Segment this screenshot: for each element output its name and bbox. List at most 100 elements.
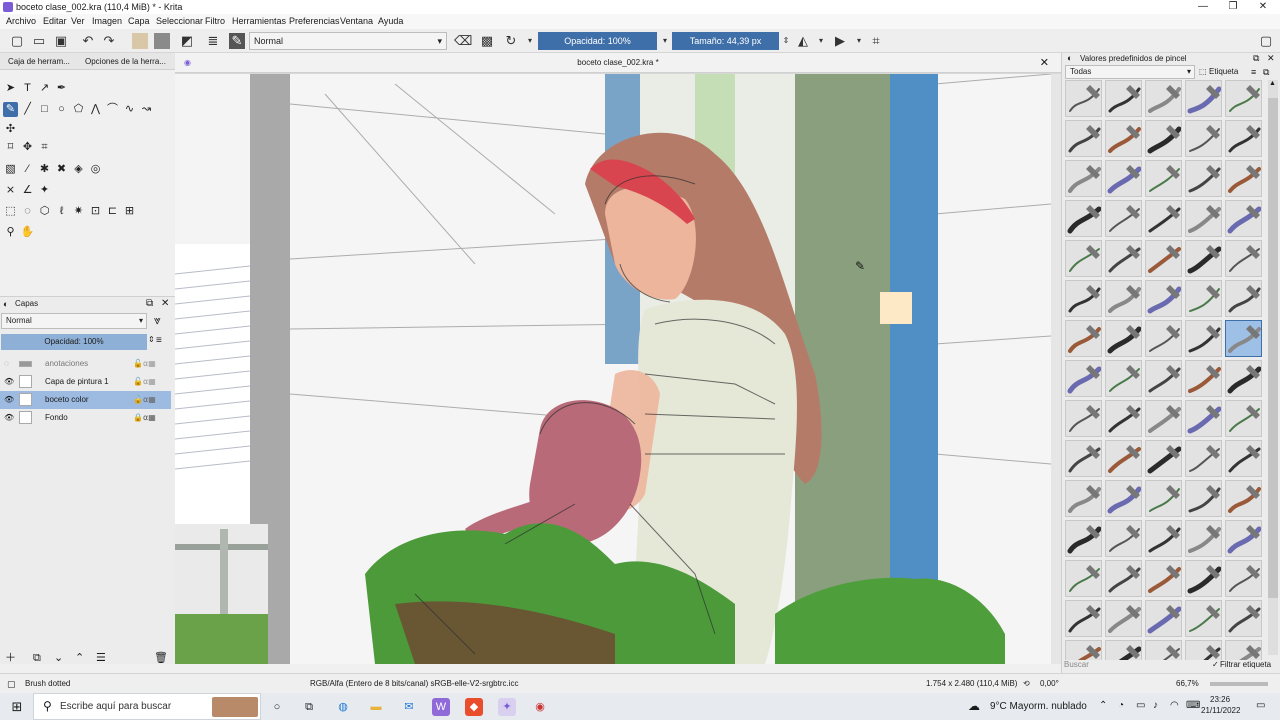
layer-properties-icon[interactable]: ☰ <box>96 651 106 665</box>
menu-archivo[interactable]: Archivo <box>6 14 36 29</box>
brush-filter-select[interactable]: Todas ▾ <box>1065 65 1195 79</box>
brush-preset-tile[interactable] <box>1105 440 1142 477</box>
brush-preset-tile[interactable] <box>1185 520 1222 557</box>
eye-hidden-icon[interactable]: ◌ <box>4 355 9 373</box>
brush-search-input[interactable]: Buscar <box>1064 658 1209 672</box>
dynamic-brush-icon[interactable]: ↝ <box>139 102 154 117</box>
brush-preset-tile[interactable] <box>1185 640 1222 660</box>
brush-preset-tile[interactable] <box>1185 240 1222 277</box>
krita-taskbar-icon[interactable]: ✦ <box>498 698 516 716</box>
zoom-status[interactable]: 66,7% <box>1176 674 1199 694</box>
spin-arrows-icon[interactable]: ⇕ <box>148 335 155 344</box>
brush-preset-tile[interactable] <box>1065 200 1102 237</box>
move-layer-up-icon[interactable]: ⌃ <box>75 651 84 665</box>
magic-wand-icon[interactable]: ✷ <box>71 204 86 219</box>
brush-preset-tile[interactable] <box>1225 640 1262 660</box>
lock-icon[interactable]: 🔒⍺▦ <box>133 409 156 427</box>
polygon-tool-icon[interactable]: ⬠ <box>71 102 86 117</box>
blend-mode-select[interactable]: Normal ▾ <box>249 32 447 50</box>
brush-preset-tile[interactable] <box>1105 120 1142 157</box>
chevron-down-icon[interactable]: ▾ <box>522 33 538 49</box>
tab-tool-options[interactable]: Opciones de la herra... <box>85 53 166 70</box>
menu-preferencias[interactable]: Preferencias <box>289 14 340 29</box>
chevron-down-icon[interactable]: ▾ <box>657 33 673 49</box>
layer-row[interactable]: ◌ anotaciones 🔓⍺▦ <box>0 355 171 373</box>
volume-icon[interactable]: ♪ <box>1153 700 1158 711</box>
brush-preset-tile[interactable] <box>1145 360 1182 397</box>
view-options-icon[interactable]: ≡ <box>1251 65 1256 79</box>
text-tool-icon[interactable]: T <box>20 81 35 96</box>
brush-preset-tile[interactable] <box>1105 320 1142 357</box>
brush-preset-tile[interactable] <box>1145 560 1182 597</box>
pan-tool-icon[interactable]: ✋ <box>20 225 35 240</box>
eye-icon[interactable]: 👁 <box>4 373 14 391</box>
brush-preset-tile[interactable] <box>1225 160 1262 197</box>
menu-ayuda[interactable]: Ayuda <box>378 14 403 29</box>
transform-tool-icon[interactable]: ⌗ <box>37 140 52 155</box>
brush-preset-tile[interactable] <box>1105 360 1142 397</box>
brush-scrollbar[interactable]: ▲ <box>1268 80 1278 655</box>
scroll-up-icon[interactable]: ▲ <box>1269 80 1276 87</box>
brush-preset-tile[interactable] <box>1225 560 1262 597</box>
obs-icon[interactable]: ◉ <box>531 698 549 716</box>
bezier-select-icon[interactable]: ⊏ <box>105 204 120 219</box>
tray-app-icon[interactable]: ◔ <box>1118 700 1124 711</box>
freehand-path-icon[interactable]: ∿ <box>122 102 137 117</box>
spin-arrows-icon[interactable]: ⇕ <box>778 33 794 49</box>
notifications-icon[interactable]: ▭ <box>1256 700 1265 711</box>
wifi-icon[interactable]: ◠ <box>1170 700 1179 711</box>
brush-preset-tile[interactable] <box>1105 160 1142 197</box>
close-dock-icon[interactable]: ✕ <box>161 298 169 309</box>
freehand-select-icon[interactable]: ℓ <box>54 204 69 219</box>
pattern-swatch-icon[interactable] <box>154 33 170 49</box>
layer-flags-icon[interactable]: 🔓⍺▦ <box>133 391 156 409</box>
brush-preset-tile[interactable] <box>1185 80 1222 117</box>
toolbar-menu-icon[interactable]: ▢ <box>1258 33 1274 49</box>
mirror-vertical-icon[interactable]: ▶ <box>832 33 848 49</box>
clock-date[interactable]: 21/11/2022 <box>1201 706 1240 715</box>
add-layer-icon[interactable]: ＋ <box>5 651 16 665</box>
filter-tag-checkbox[interactable]: ✓ <box>1212 658 1219 672</box>
brush-preset-tile[interactable] <box>1105 200 1142 237</box>
network-icon[interactable]: ▭ <box>1136 700 1145 711</box>
brush-preset-tile[interactable] <box>1185 320 1222 357</box>
brush-preset-tile[interactable] <box>1065 600 1102 637</box>
color-picker-icon[interactable]: ⁄ <box>20 162 35 177</box>
calligraphy-icon[interactable]: ✒ <box>54 81 69 96</box>
file-explorer-icon[interactable]: ▬ <box>367 698 385 716</box>
weather-text[interactable]: 9°C Mayorm. nublado <box>990 701 1087 712</box>
save-icon[interactable]: ▣ <box>53 33 69 49</box>
float-dock-icon[interactable]: ⧉ <box>1253 53 1259 64</box>
bezier-tool-icon[interactable]: ⌒ <box>105 102 120 117</box>
brush-preset-tile[interactable] <box>1225 440 1262 477</box>
brush-preset-tile[interactable] <box>1145 120 1182 157</box>
brush-preset-tile[interactable] <box>1225 600 1262 637</box>
ellipse-tool-icon[interactable]: ○ <box>54 102 69 117</box>
brush-preset-tile[interactable] <box>1145 320 1182 357</box>
chevron-up-icon[interactable]: ⌃ <box>1099 700 1107 711</box>
rectangle-tool-icon[interactable]: □ <box>37 102 52 117</box>
assistant-tool-icon[interactable]: ⨯ <box>3 183 18 198</box>
rect-select-icon[interactable]: ⬚ <box>3 204 18 219</box>
brush-preset-tile[interactable] <box>1225 400 1262 437</box>
brush-preset-tile[interactable] <box>1065 400 1102 437</box>
zoom-slider[interactable] <box>1210 682 1268 686</box>
brush-preset-tile[interactable] <box>1105 600 1142 637</box>
brush-preset-tile[interactable] <box>1145 600 1182 637</box>
brush-preset-tile[interactable] <box>1225 240 1262 277</box>
similar-select-icon[interactable]: ⊡ <box>88 204 103 219</box>
brush-preset-tile[interactable] <box>1185 360 1222 397</box>
vertical-scrollbar[interactable] <box>1051 74 1061 664</box>
brush-preset-tile[interactable] <box>1065 560 1102 597</box>
enclose-fill-icon[interactable]: ◎ <box>88 162 103 177</box>
brush-preset-tile[interactable] <box>1065 320 1102 357</box>
menu-capa[interactable]: Capa <box>128 14 150 29</box>
brush-preset-tile[interactable] <box>1145 400 1182 437</box>
cortana-icon[interactable]: ○ <box>268 698 286 716</box>
rotation-status[interactable]: 0,00° <box>1040 674 1059 694</box>
measure-tool-icon[interactable]: ∠ <box>20 183 35 198</box>
brush-preset-tile[interactable] <box>1185 120 1222 157</box>
brush-preset-tile[interactable] <box>1185 200 1222 237</box>
crop-tool-icon[interactable]: ⌑ <box>3 140 18 155</box>
brush-preset-tile[interactable] <box>1105 560 1142 597</box>
